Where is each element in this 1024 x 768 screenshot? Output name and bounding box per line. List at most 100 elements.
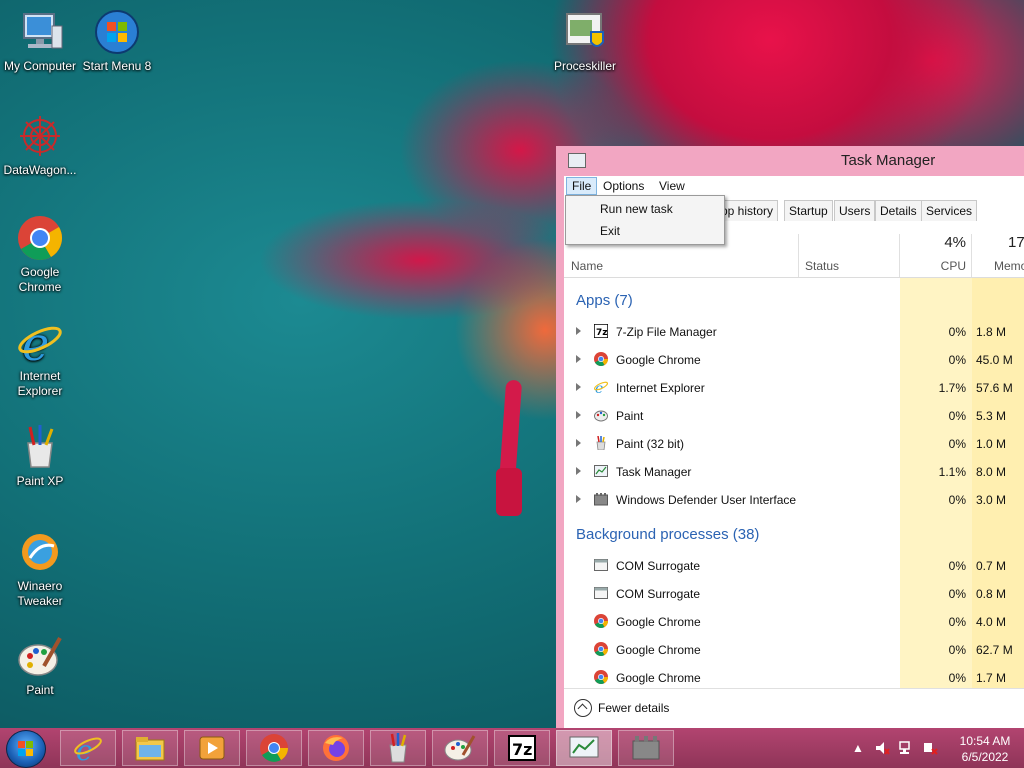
tab-users[interactable]: Users: [834, 200, 876, 221]
taskbar-task-manager[interactable]: [556, 730, 612, 766]
taskbar-firefox[interactable]: [308, 730, 364, 766]
process-row[interactable]: COM Surrogate 0% 0.7 M: [564, 552, 1024, 580]
desktop-icon-google-chrome[interactable]: Google Chrome: [0, 214, 80, 295]
process-name: Internet Explorer: [616, 381, 705, 395]
expand-arrow-icon[interactable]: [576, 383, 581, 391]
column-name[interactable]: Name: [571, 259, 603, 273]
desktop-icon-internet-explorer[interactable]: e Internet Explorer: [0, 317, 80, 399]
expand-arrow-icon[interactable]: [576, 495, 581, 503]
taskbar-file-explorer[interactable]: [122, 730, 178, 766]
datawagon-icon: [16, 112, 64, 160]
process-name: Google Chrome: [616, 671, 701, 685]
expand-arrow-icon[interactable]: [576, 355, 581, 363]
column-status[interactable]: Status: [805, 259, 839, 273]
desktop-icon-proceskiller[interactable]: Proceskiller: [545, 8, 625, 74]
expand-arrow-icon[interactable]: [576, 439, 581, 447]
desktop-icon-datawagon[interactable]: DataWagon...: [0, 112, 80, 178]
desktop-icon-paint-xp[interactable]: Paint XP: [0, 423, 80, 489]
chrome-icon: [594, 352, 608, 366]
action-center-icon[interactable]: [922, 740, 938, 756]
desktop-icon-label: Proceskiller: [553, 59, 616, 73]
taskbar-7zip[interactable]: 7z: [494, 730, 550, 766]
process-name: Google Chrome: [616, 643, 701, 657]
process-row[interactable]: Google Chrome 0% 62.7 M: [564, 636, 1024, 664]
column-memory[interactable]: Memo: [994, 259, 1024, 273]
menu-bar: File Options View: [564, 176, 1024, 196]
process-row[interactable]: Google Chrome 0% 4.0 M: [564, 608, 1024, 636]
shield-window-icon: [561, 8, 609, 56]
process-cpu: 0%: [948, 493, 966, 507]
chrome-icon: [16, 214, 64, 262]
desktop-icon-winaero-tweaker[interactable]: Winaero Tweaker: [0, 528, 80, 609]
desktop-icon-start-menu-8[interactable]: Start Menu 8: [77, 8, 157, 74]
expand-arrow-icon[interactable]: [576, 411, 581, 419]
process-row[interactable]: COM Surrogate 0% 0.8 M: [564, 580, 1024, 608]
process-row[interactable]: Google Chrome 0% 45.0 M: [564, 346, 1024, 374]
menu-item-run-new-task[interactable]: Run new task: [600, 202, 673, 216]
menu-item-exit[interactable]: Exit: [600, 224, 620, 238]
process-cpu: 0%: [948, 409, 966, 423]
expand-arrow-icon[interactable]: [576, 327, 581, 335]
process-memory: 8.0 M: [976, 465, 1007, 479]
chevron-up-icon: [574, 699, 592, 717]
chrome-icon: [260, 734, 288, 762]
column-cpu[interactable]: CPU: [900, 259, 966, 273]
expand-arrow-icon[interactable]: [576, 467, 581, 475]
desktop-icon-label: DataWagon...: [3, 163, 77, 177]
desktop-icon-paint[interactable]: Paint: [0, 632, 80, 698]
tab-app-history[interactable]: pp history: [716, 200, 779, 221]
paint-palette-icon: [16, 632, 64, 680]
desktop-icon-label: Winaero Tweaker: [17, 579, 63, 608]
taskbar-internet-explorer[interactable]: e: [60, 730, 116, 767]
taskbar-media-player[interactable]: [184, 730, 240, 766]
apps-section-header: Apps (7): [576, 292, 633, 309]
tab-details[interactable]: Details: [875, 200, 922, 221]
fewer-details-button[interactable]: Fewer details: [564, 688, 1024, 729]
tab-startup[interactable]: Startup: [784, 200, 833, 221]
menu-options[interactable]: Options: [598, 178, 649, 194]
process-cpu: 0%: [948, 587, 966, 601]
taskbar: e 7z ▲ 10:54 AM 6/5/2022: [0, 728, 1024, 768]
process-cpu: 0%: [948, 437, 966, 451]
memory-total: 17: [1008, 234, 1024, 251]
windows-orb-icon: [93, 8, 141, 56]
start-button[interactable]: [6, 730, 46, 768]
process-name: Windows Defender User Interface: [616, 493, 797, 507]
process-row[interactable]: Paint 0% 5.3 M: [564, 402, 1024, 430]
process-row[interactable]: Google Chrome 0% 1.7 M: [564, 664, 1024, 688]
process-name: Google Chrome: [616, 353, 701, 367]
process-row[interactable]: e Internet Explorer 1.7% 57.6 M: [564, 374, 1024, 402]
process-row[interactable]: 7z 7-Zip File Manager 0% 1.8 M: [564, 318, 1024, 346]
show-hidden-icons-arrow[interactable]: ▲: [852, 741, 864, 755]
window-title: Task Manager: [841, 152, 936, 169]
process-row[interactable]: Paint (32 bit) 0% 1.0 M: [564, 430, 1024, 458]
process-cpu: 0%: [948, 353, 966, 367]
title-bar[interactable]: Task Manager: [556, 146, 1024, 176]
process-row[interactable]: Task Manager 1.1% 8.0 M: [564, 458, 1024, 486]
process-memory: 0.7 M: [976, 559, 1007, 573]
menu-file[interactable]: File: [566, 177, 598, 195]
process-cpu: 0%: [948, 643, 966, 657]
taskbar-paint-xp[interactable]: [370, 730, 426, 766]
task-manager-icon: [569, 736, 599, 758]
paint-xp-icon: [596, 436, 606, 450]
system-clock[interactable]: 10:54 AM 6/5/2022: [952, 733, 1018, 765]
taskbar-windows-defender[interactable]: [618, 730, 674, 766]
winaero-tweaker-icon: [16, 528, 64, 576]
tab-services[interactable]: Services: [921, 200, 978, 221]
windows-defender-icon: [632, 736, 660, 760]
volume-muted-icon[interactable]: [874, 740, 890, 756]
process-memory: 0.8 M: [976, 587, 1007, 601]
process-memory: 45.0 M: [976, 353, 1013, 367]
desktop-icon-my-computer[interactable]: My Computer: [0, 8, 80, 74]
taskbar-google-chrome[interactable]: [246, 730, 302, 766]
chrome-icon: [594, 670, 608, 684]
taskbar-paint[interactable]: [432, 730, 488, 766]
network-icon[interactable]: [898, 740, 914, 756]
computer-icon: [16, 8, 64, 56]
process-list[interactable]: Name Status 4% CPU 17 Memo Apps (7) 7z 7…: [564, 222, 1024, 688]
process-memory: 57.6 M: [976, 381, 1013, 395]
process-row[interactable]: Windows Defender User Interface 0% 3.0 M: [564, 486, 1024, 514]
menu-view[interactable]: View: [654, 178, 690, 194]
process-cpu: 1.7%: [938, 381, 966, 395]
